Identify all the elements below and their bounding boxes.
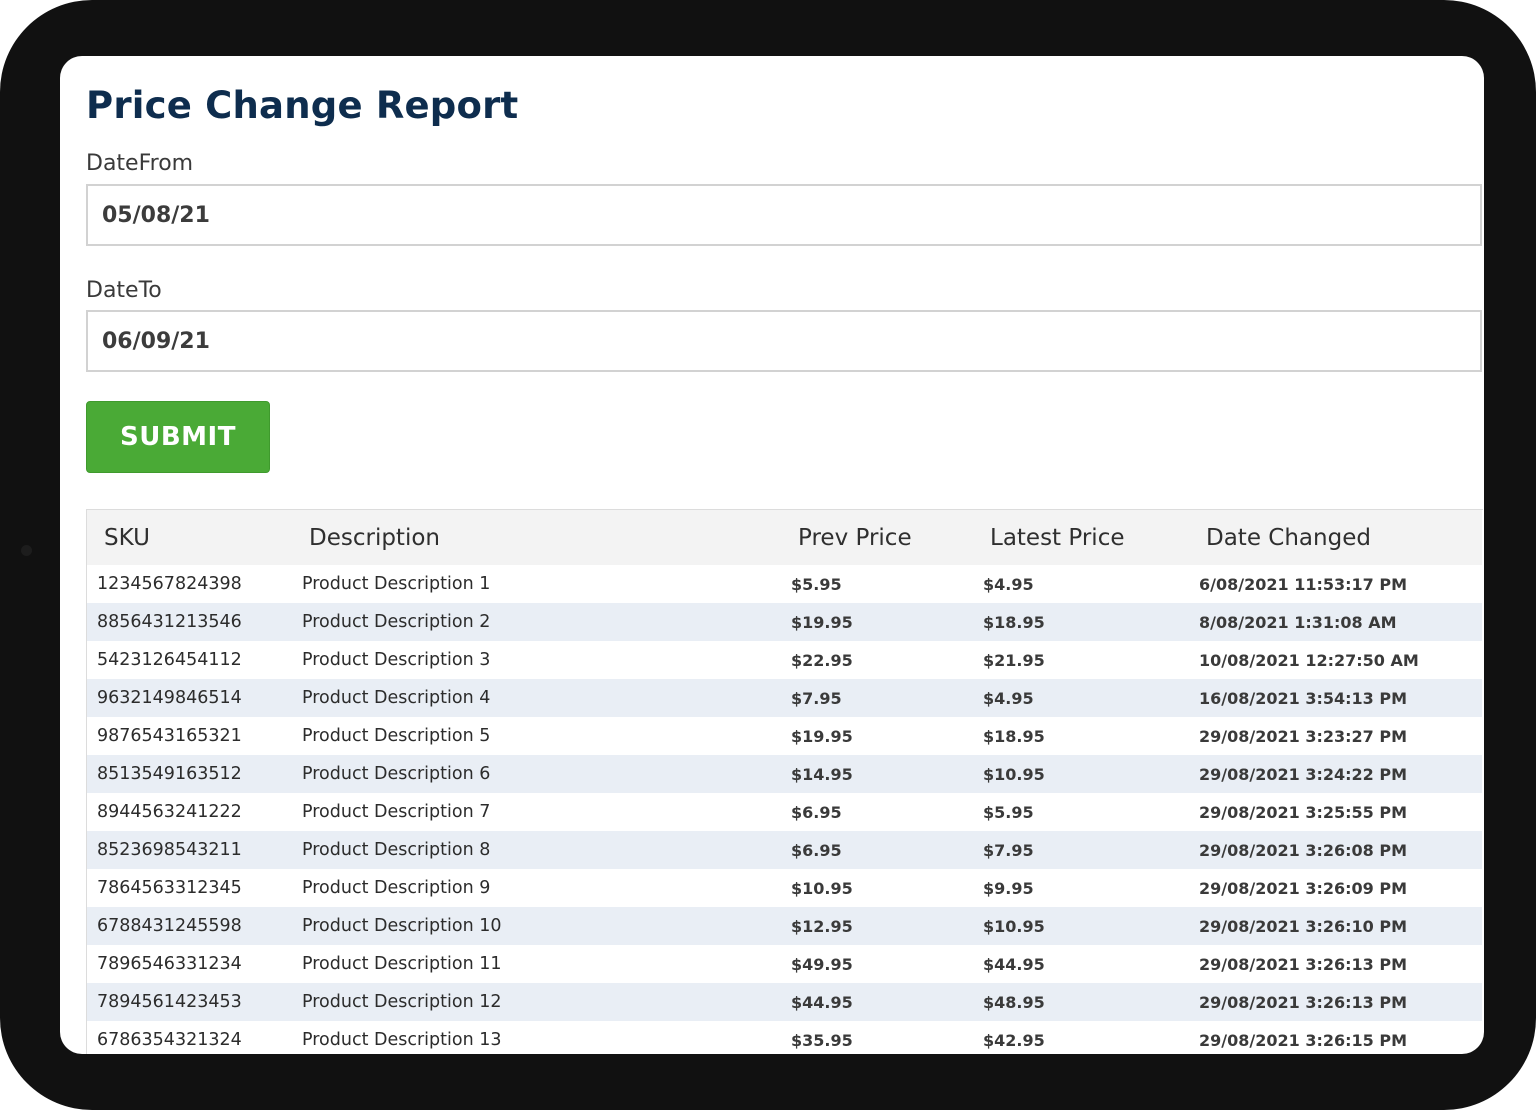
cell-prev-price: $44.95 [781,983,973,1021]
cell-prev-price: $12.95 [781,907,973,945]
column-header-date-changed[interactable]: Date Changed [1189,510,1482,565]
cell-latest-price: $10.95 [973,907,1189,945]
cell-description: Product Description 4 [292,679,781,717]
cell-prev-price: $19.95 [781,603,973,641]
table-row[interactable]: 7896546331234 Product Description 11 $49.9… [87,945,1482,983]
table-row[interactable]: 8513549163512 Product Description 6 $14.95… [87,755,1482,793]
column-header-description[interactable]: Description [292,510,781,565]
cell-sku: 8523698543211 [87,831,292,869]
table-row[interactable]: 5423126454112 Product Description 3 $22.95… [87,641,1482,679]
cell-sku: 9876543165321 [97,726,242,746]
table-row[interactable]: 9876543165321 Product Description 5 $19.95… [87,717,1482,755]
cell-prev-price: $6.95 [791,802,842,822]
table-row[interactable]: 9632149846514 Product Description 4 $7.95 $… [87,679,1482,717]
cell-description: Product Description 11 [302,954,502,974]
screen: Price Change Report DateFrom DateTo SUBM… [60,56,1484,1054]
cell-prev-price: $14.95 [781,755,973,793]
cell-date-changed: 29/08/2021 3:24:22 PM [1189,755,1482,793]
cell-date-changed: 6/08/2021 11:53:17 PM [1199,574,1407,594]
cell-description: Product Description 6 [292,755,781,793]
cell-latest-price: $42.95 [983,1030,1045,1050]
cell-latest-price: $44.95 [983,954,1045,974]
cell-date-changed: 29/08/2021 3:26:13 PM [1189,983,1482,1021]
cell-date-changed: 29/08/2021 3:26:10 PM [1189,907,1482,945]
date-to-input[interactable] [86,310,1482,372]
table-row[interactable]: 7864563312345 Product Description 9 $10.95… [87,869,1482,907]
date-from-label: DateFrom [86,151,194,176]
cell-sku: 8944563241222 [97,802,242,822]
table-body: 1234567824398 Product Description 1 $5.95 $… [87,565,1482,1054]
cell-date-changed: 29/08/2021 3:26:08 PM [1189,831,1482,869]
cell-date-changed: 29/08/2021 3:23:27 PM [1199,726,1407,746]
column-header-sku[interactable]: SKU [87,510,292,565]
table-row[interactable]: 6788431245598 Product Description 10 $12.9… [87,907,1482,945]
cell-sku: 5423126454112 [97,650,242,670]
cell-date-changed: 10/08/2021 12:27:50 AM [1199,650,1419,670]
price-change-table: SKU Description Prev Price Latest Price … [86,509,1483,1054]
cell-sku: 1234567824398 [97,574,242,594]
cell-date-changed: 16/08/2021 3:54:13 PM [1189,679,1482,717]
cell-description: Product Description 12 [292,983,781,1021]
cell-date-changed: 29/08/2021 3:26:15 PM [1199,1030,1407,1050]
cell-description: Product Description 9 [302,878,491,898]
cell-latest-price: $9.95 [983,878,1034,898]
cell-description: Product Description 2 [292,603,781,641]
cell-latest-price: $10.95 [973,755,1189,793]
cell-latest-price: $4.95 [983,574,1034,594]
cell-latest-price: $48.95 [973,983,1189,1021]
cell-prev-price: $22.95 [791,650,853,670]
cell-sku: 7894561423453 [87,983,292,1021]
cell-date-changed: 8/08/2021 1:31:08 AM [1189,603,1482,641]
cell-description: Product Description 5 [302,726,491,746]
cell-date-changed: 29/08/2021 3:25:55 PM [1199,802,1407,822]
cell-latest-price: $21.95 [983,650,1045,670]
cell-sku: 9632149846514 [87,679,292,717]
cell-sku: 6786354321324 [97,1030,242,1050]
cell-prev-price: $6.95 [781,831,973,869]
cell-sku: 8856431213546 [87,603,292,641]
cell-description: Product Description 8 [292,831,781,869]
cell-description: Product Description 3 [302,650,491,670]
cell-prev-price: $35.95 [791,1030,853,1050]
cell-date-changed: 29/08/2021 3:26:09 PM [1199,878,1407,898]
cell-prev-price: $5.95 [791,574,842,594]
cell-prev-price: $19.95 [791,726,853,746]
table-row[interactable]: 7894561423453 Product Description 12 $44.9… [87,983,1482,1021]
cell-sku: 8513549163512 [87,755,292,793]
camera-dot [21,545,32,556]
cell-description: Product Description 7 [302,802,491,822]
cell-latest-price: $7.95 [973,831,1189,869]
table-header-row: SKU Description Prev Price Latest Price … [87,510,1482,565]
cell-sku: 7896546331234 [97,954,242,974]
cell-description: Product Description 1 [302,574,491,594]
column-header-prev-price[interactable]: Prev Price [781,510,973,565]
tablet-frame: Price Change Report DateFrom DateTo SUBM… [0,0,1536,1110]
submit-button[interactable]: SUBMIT [86,401,270,473]
table-row[interactable]: 8523698543211 Product Description 8 $6.95 $… [87,831,1482,869]
cell-sku: 6788431245598 [87,907,292,945]
table-row[interactable]: 1234567824398 Product Description 1 $5.95 $… [87,565,1482,603]
cell-latest-price: $18.95 [973,603,1189,641]
cell-date-changed: 29/08/2021 3:26:13 PM [1199,954,1407,974]
cell-prev-price: $49.95 [791,954,853,974]
cell-latest-price: $18.95 [983,726,1045,746]
page-title: Price Change Report [86,84,519,127]
table-row[interactable]: 8944563241222 Product Description 7 $6.95 $… [87,793,1482,831]
date-to-label: DateTo [86,278,162,303]
date-from-input[interactable] [86,184,1482,246]
cell-description: Product Description 10 [292,907,781,945]
cell-prev-price: $10.95 [791,878,853,898]
cell-sku: 7864563312345 [97,878,242,898]
cell-latest-price: $5.95 [983,802,1034,822]
cell-prev-price: $7.95 [781,679,973,717]
column-header-latest-price[interactable]: Latest Price [973,510,1189,565]
cell-description: Product Description 13 [302,1030,502,1050]
table-row[interactable]: 8856431213546 Product Description 2 $19.95… [87,603,1482,641]
table-row[interactable]: 6786354321324 Product Description 13 $35.9… [87,1021,1482,1054]
cell-latest-price: $4.95 [973,679,1189,717]
